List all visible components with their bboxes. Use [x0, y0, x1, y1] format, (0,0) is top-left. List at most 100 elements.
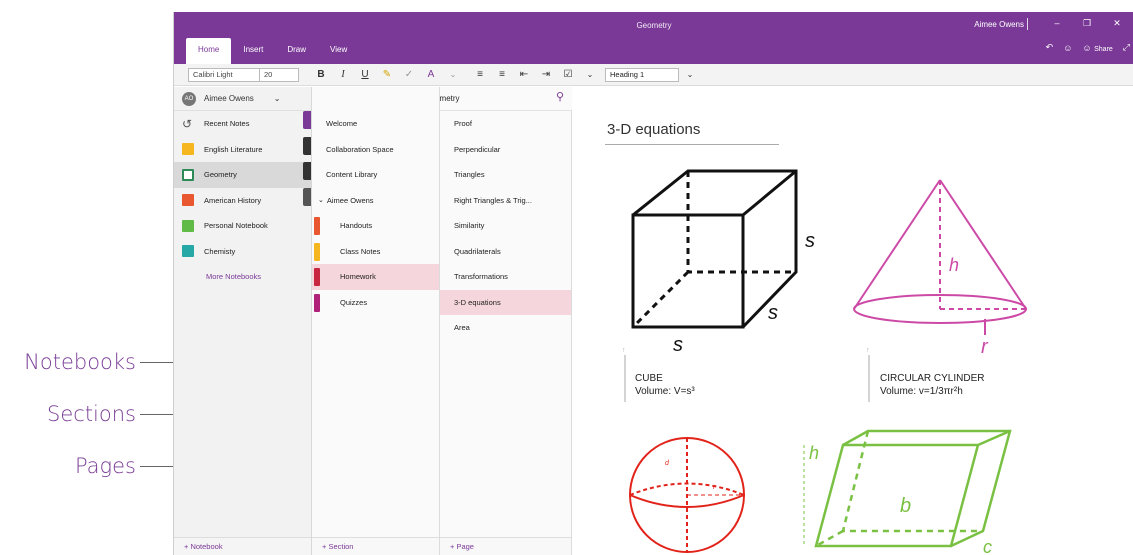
- page-item[interactable]: Transformations: [440, 264, 571, 290]
- style-dropdown-icon[interactable]: ⌄: [682, 70, 698, 79]
- section-color-tab: [303, 111, 311, 129]
- prism-back-edges: [842, 429, 1012, 548]
- cube-base-label: s: [673, 334, 683, 356]
- section-group-label: Aimee Owens: [326, 195, 374, 205]
- cube-caption-formula: Volume: V=s³: [635, 386, 695, 397]
- share-icon: ☺: [1082, 42, 1095, 53]
- up-arrow-icon: ↑: [622, 347, 626, 354]
- font-size-box[interactable]: 20: [259, 67, 299, 82]
- numbered-list-icon[interactable]: ≡: [494, 69, 510, 80]
- notebook-label: American History: [204, 195, 262, 205]
- style-box[interactable]: Heading 1: [605, 67, 679, 82]
- font-name-box[interactable]: Calibri Light: [188, 67, 260, 82]
- section-item-content-library[interactable]: Content Library: [312, 162, 439, 188]
- bullet-list-icon[interactable]: ≡: [472, 69, 488, 80]
- outdent-icon[interactable]: ⇤: [516, 69, 532, 80]
- person-icon[interactable]: ☺: [1063, 43, 1072, 53]
- tab-draw[interactable]: Draw: [275, 38, 318, 64]
- tab-home[interactable]: Home: [186, 38, 232, 64]
- section-label: Homework: [340, 272, 376, 282]
- notebooks-pane: AO Aimee Owens ⌄ ↺ Recent Notes English …: [174, 87, 312, 555]
- sphere-diameter-label: d: [665, 460, 670, 467]
- prism-base-label: b: [900, 495, 911, 517]
- close-icon[interactable]: ✕: [1110, 18, 1124, 29]
- more-format-icon[interactable]: ⌄: [445, 70, 461, 79]
- cone-drawing: [853, 179, 1027, 335]
- notebook-item-american-history[interactable]: American History: [174, 187, 311, 214]
- notebook-label: Chemisty: [204, 246, 236, 256]
- highlight-icon[interactable]: ✎: [379, 69, 395, 80]
- restore-icon[interactable]: ❐: [1080, 18, 1094, 29]
- cone-right-side: [939, 179, 1027, 310]
- section-item-welcome[interactable]: Welcome: [312, 111, 439, 137]
- section-item-homework[interactable]: Homework: [312, 264, 439, 290]
- avatar: AO: [182, 91, 196, 106]
- notebook-icon: [182, 143, 194, 156]
- cube-caption-name: CUBE: [635, 373, 663, 384]
- callout-notebooks: Notebooks: [8, 350, 183, 374]
- account-switcher[interactable]: AO Aimee Owens ⌄: [174, 87, 311, 111]
- cone-radius-label: r: [981, 336, 989, 358]
- tag-dropdown-icon[interactable]: ⌄: [582, 70, 598, 79]
- page-canvas[interactable]: 3-D equations s s s ↑ CUBE Volume: V=s³: [573, 87, 1133, 555]
- add-notebook-button[interactable]: + Notebook: [174, 537, 311, 555]
- chevron-down-icon: ⌄: [273, 94, 281, 103]
- todo-tag-icon[interactable]: ☑: [560, 69, 576, 80]
- minimize-icon[interactable]: –: [1050, 18, 1064, 28]
- sphere-drawing: [629, 437, 745, 553]
- clear-format-icon[interactable]: ✓: [401, 69, 417, 80]
- add-section-button[interactable]: + Section: [312, 537, 439, 555]
- callout-sections-label: Sections: [47, 402, 136, 426]
- undo-icon[interactable]: ↶: [1046, 42, 1054, 53]
- expand-icon[interactable]: ⤢: [1123, 42, 1130, 53]
- font-color-icon[interactable]: A: [423, 69, 439, 80]
- window-user[interactable]: Aimee Owens: [974, 20, 1024, 29]
- page-item[interactable]: Perpendicular: [440, 137, 571, 163]
- notebook-label: Recent Notes: [204, 119, 250, 129]
- page-item-selected[interactable]: 3-D equations: [440, 289, 571, 315]
- section-item-class-notes[interactable]: Class Notes: [312, 239, 439, 265]
- prism-drawing: [803, 429, 1012, 548]
- notebook-icon: [182, 245, 194, 258]
- cone-height-label: h: [949, 255, 959, 275]
- underline-button[interactable]: U: [357, 69, 373, 80]
- italic-button[interactable]: I: [335, 69, 351, 80]
- page-item[interactable]: Right Triangles & Trig...: [440, 188, 571, 214]
- section-item-collaboration-space[interactable]: Collaboration Space: [312, 137, 439, 163]
- notebook-item-chemisty[interactable]: Chemisty: [174, 239, 311, 265]
- chevron-down-icon: ⌄: [318, 197, 324, 205]
- page-item[interactable]: Quadrilaterals: [440, 239, 571, 265]
- notebook-label: English Literature: [204, 144, 263, 154]
- page-item[interactable]: Similarity: [440, 213, 571, 239]
- section-item-handouts[interactable]: Handouts: [312, 213, 439, 239]
- notebook-item-english-literature[interactable]: English Literature: [174, 136, 311, 163]
- onenote-window: Geometry Aimee Owens – ❐ ✕ Home Insert D…: [173, 12, 1133, 555]
- ribbon-tabs: Home Insert Draw View: [186, 38, 359, 64]
- section-item-quizzes[interactable]: Quizzes: [312, 290, 439, 316]
- tab-view[interactable]: View: [318, 38, 359, 64]
- notebook-icon: [182, 194, 194, 207]
- geometry-drawings: s s s ↑ CUBE Volume: V=s³ h r ↑ CIRCULAR…: [622, 169, 1027, 555]
- bold-button[interactable]: B: [313, 69, 329, 80]
- sections-pane: Welcome Collaboration Space Content Libr…: [312, 87, 440, 555]
- prism-height-label: h: [809, 443, 819, 463]
- section-color-tab: [303, 162, 311, 180]
- search-icon[interactable]: ⚲: [556, 90, 564, 103]
- section-color-tab: [303, 187, 311, 206]
- share-button[interactable]: ☺ Share: [1082, 43, 1112, 53]
- page-item[interactable]: Proof: [440, 111, 571, 137]
- notebook-item-geometry[interactable]: Geometry: [174, 162, 311, 188]
- section-label: Quizzes: [340, 297, 368, 307]
- page-item[interactable]: Triangles: [440, 162, 571, 188]
- add-page-button[interactable]: + Page: [440, 537, 571, 555]
- section-color-tab: [314, 268, 320, 286]
- notebook-item-personal-notebook[interactable]: Personal Notebook: [174, 213, 311, 239]
- more-notebooks-link[interactable]: More Notebooks: [174, 264, 311, 288]
- notebook-item-recent-notes[interactable]: ↺ Recent Notes: [174, 111, 311, 137]
- user-divider: [1027, 18, 1028, 30]
- clock-icon: ↺: [182, 116, 193, 131]
- tab-insert[interactable]: Insert: [231, 38, 275, 64]
- indent-icon[interactable]: ⇥: [538, 69, 554, 80]
- section-group-aimee-owens[interactable]: ⌄ Aimee Owens: [312, 188, 439, 214]
- page-item[interactable]: Area: [440, 315, 571, 341]
